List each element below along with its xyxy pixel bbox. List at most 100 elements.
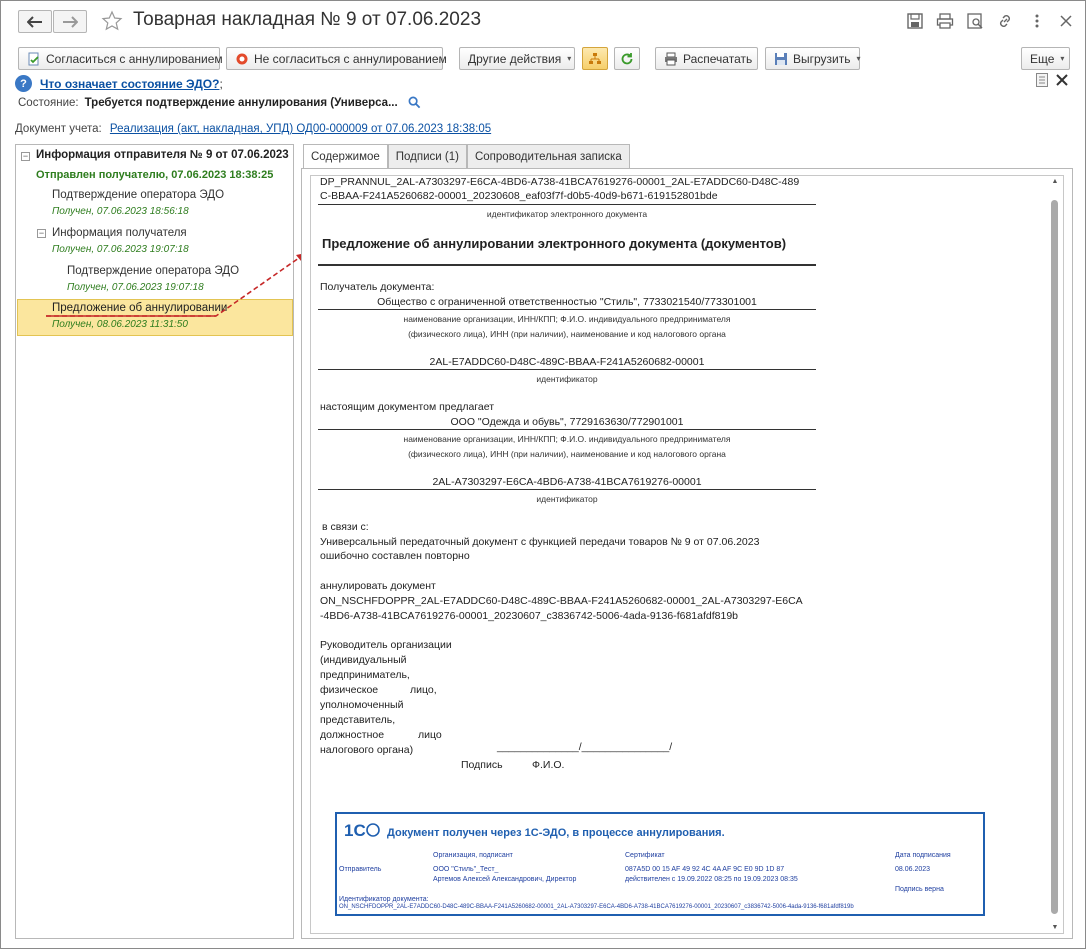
tab-signatures[interactable]: Подписи (1) <box>387 144 467 168</box>
document-view: DP_PRANNUL_2AL-A7303297-E6CA-4BD6-A738-4… <box>310 175 1064 934</box>
stamp-col-date: Дата подписания <box>895 852 951 859</box>
notes-icon[interactable] <box>1035 72 1049 88</box>
stop-icon <box>235 52 249 66</box>
back-button[interactable] <box>18 10 52 33</box>
tabs: Содержимое Подписи (1) Сопроводительная … <box>303 144 630 169</box>
stamp-date: 08.06.2023 <box>895 866 931 873</box>
recipient-label: Получатель документа: <box>320 281 435 293</box>
id-caption: идентификатор <box>536 374 598 384</box>
head-line-6: представитель, <box>320 714 396 726</box>
stamp-col-cert: Сертификат <box>625 852 665 859</box>
search-icon[interactable] <box>408 96 421 109</box>
close-icon[interactable] <box>1057 12 1075 30</box>
save-icon[interactable] <box>906 12 924 30</box>
file-id-line-2: C-BBAA-F241A5260682-00001_20230608_eaf03… <box>320 190 718 202</box>
file-id-line-1: DP_PRANNUL_2AL-A7303297-E6CA-4BD6-A738-4… <box>320 176 800 188</box>
sender-value: ООО "Одежда и обувь", 7729163630/7729010… <box>450 416 684 428</box>
structure-button[interactable] <box>582 47 608 70</box>
separator <box>318 369 816 370</box>
scrollbar[interactable]: ▲ ▼ <box>1049 178 1061 931</box>
fio-caption: Ф.И.О. <box>532 759 565 771</box>
tab-cover-note[interactable]: Сопроводительная записка <box>466 144 630 168</box>
print-icon[interactable] <box>936 12 954 30</box>
org-caption-2: (физического лица), ИНН (при наличии), н… <box>408 449 726 459</box>
dropdown-arrow-icon: ▾ <box>856 54 861 63</box>
arrow-right-icon <box>63 15 78 28</box>
head-line-8: налогового органа) <box>320 744 414 756</box>
printer-icon <box>664 52 678 66</box>
file-id-caption: идентификатор электронного документа <box>486 209 648 219</box>
state-row: Состояние: Требуется подтверждение аннул… <box>18 96 421 109</box>
annotation-arrow <box>46 252 307 317</box>
annul-line-1: ON_NSCHFDOPPR_2AL-E7ADDC60-D48C-489C-BBA… <box>320 595 803 607</box>
accounting-document-row: Документ учета: Реализация (акт, накладн… <box>15 123 491 135</box>
annul-line-2: -4BD6-A738-41BCA7619276-00001_20230607_c… <box>320 610 739 622</box>
refresh-button[interactable] <box>614 47 640 70</box>
content-panel: DP_PRANNUL_2AL-A7303297-E6CA-4BD6-A738-4… <box>301 168 1073 939</box>
proposes-label: настоящим документом предлагает <box>320 401 495 413</box>
stamp-cert-2: действителен с 19.09.2022 08:25 по 19.09… <box>625 876 798 883</box>
export-button[interactable]: Выгрузить ▾ <box>765 47 861 70</box>
reason-label: в связи с: <box>322 521 369 533</box>
stamp-cert-1: 087A5D 00 15 AF 49 92 4C 4A AF 9C E0 9D … <box>625 866 785 873</box>
edo-stamp: 1С Документ получен через 1С-ЭДО, в проц… <box>335 812 985 916</box>
agree-annulment-button[interactable]: Согласиться с аннулированием <box>18 47 223 70</box>
refresh-icon <box>621 52 633 64</box>
stamp-org-2: Артемов Алексей Александрович, Директор <box>433 876 577 883</box>
accounting-document-label: Документ учета: <box>15 123 102 135</box>
accounting-document-link[interactable]: Реализация (акт, накладная, УПД) ОД00-00… <box>110 123 491 135</box>
stamp-col-org: Организация, подписант <box>433 852 513 859</box>
svg-text:1С: 1С <box>344 821 366 840</box>
document-agree-icon <box>27 52 41 66</box>
other-actions-button[interactable]: Другие действия ▾ <box>459 47 575 70</box>
tree-node-operator-confirm-1[interactable]: Подтверждение оператора ЭДО Получен, 07.… <box>52 189 224 217</box>
link-icon[interactable] <box>996 12 1014 30</box>
recipient-value: Общество с ограниченной ответственностью… <box>377 296 757 308</box>
sender-id: 2AL-A7303297-E6CA-4BD6-A738-41BCA7619276… <box>432 476 702 488</box>
signature-caption: Подпись <box>461 759 503 771</box>
collapse-icon[interactable]: − <box>21 152 30 161</box>
org-caption-1: наименование организации, ИНН/КПП; Ф.И.О… <box>403 314 731 324</box>
question-icon: ? <box>15 75 32 92</box>
dropdown-arrow-icon: ▾ <box>1060 54 1065 63</box>
more-vertical-icon[interactable] <box>1028 12 1046 30</box>
hierarchy-icon <box>589 52 601 64</box>
arrow-left-icon <box>27 15 42 28</box>
help-row: ? Что означает состояние ЭДО? ; <box>15 75 223 92</box>
preview-icon[interactable] <box>966 12 984 30</box>
document-window: Товарная накладная № 9 от 07.06.2023 Сог… <box>0 0 1086 949</box>
recipient-id: 2AL-E7ADDC60-D48C-489C-BBAA-F241A5260682… <box>429 356 705 368</box>
collapse-icon[interactable]: − <box>37 229 46 238</box>
tree-node-sender-info[interactable]: Информация отправителя № 9 от 07.06.2023 <box>36 149 289 161</box>
state-label: Состояние: <box>18 96 79 109</box>
state-value: Требуется подтверждение аннулирования (У… <box>84 96 398 109</box>
annul-label: аннулировать документ <box>320 580 436 592</box>
stamp-row-label: Отправитель <box>339 866 382 873</box>
stamp-id-value: ON_NSCHFDOPPR_2AL-E7ADDC60-D48C-489C-BBA… <box>339 904 854 910</box>
disagree-annulment-button[interactable]: Не согласиться с аннулированием <box>226 47 447 70</box>
scroll-thumb[interactable] <box>1051 200 1058 914</box>
scroll-down-icon[interactable]: ▼ <box>1050 924 1060 931</box>
document-heading: Предложение об аннулировании электронног… <box>322 236 787 251</box>
head-line-3: предприниматель, <box>320 669 410 681</box>
id-caption: идентификатор <box>536 494 598 504</box>
signature-line: ______________/_______________/ <box>497 741 673 753</box>
separator <box>318 429 816 430</box>
print-button[interactable]: Распечатать <box>655 47 758 70</box>
tab-content[interactable]: Содержимое <box>303 144 388 169</box>
scroll-up-icon[interactable]: ▲ <box>1050 178 1060 185</box>
forward-button[interactable] <box>53 10 87 33</box>
title-bar: Товарная накладная № 9 от 07.06.2023 <box>1 1 1085 41</box>
window-title: Товарная накладная № 9 от 07.06.2023 <box>133 9 482 30</box>
close-panel-icon[interactable] <box>1055 73 1069 87</box>
org-caption-1: наименование организации, ИНН/КПП; Ф.И.О… <box>403 434 731 444</box>
reason-line-1: Универсальный передаточный документ с фу… <box>320 536 760 548</box>
edo-state-help-link[interactable]: Что означает состояние ЭДО? <box>40 77 219 91</box>
more-button[interactable]: Еще ▾ <box>1021 47 1070 70</box>
org-caption-2: (физического лица), ИНН (при наличии), н… <box>408 329 726 339</box>
stamp-header: Документ получен через 1С-ЭДО, в процесс… <box>387 827 725 839</box>
head-line-1: Руководитель организации <box>320 639 452 651</box>
head-line-4b: лицо, <box>410 684 437 696</box>
stamp-sign-ok: Подпись верна <box>895 886 944 893</box>
star-icon[interactable] <box>101 10 123 32</box>
